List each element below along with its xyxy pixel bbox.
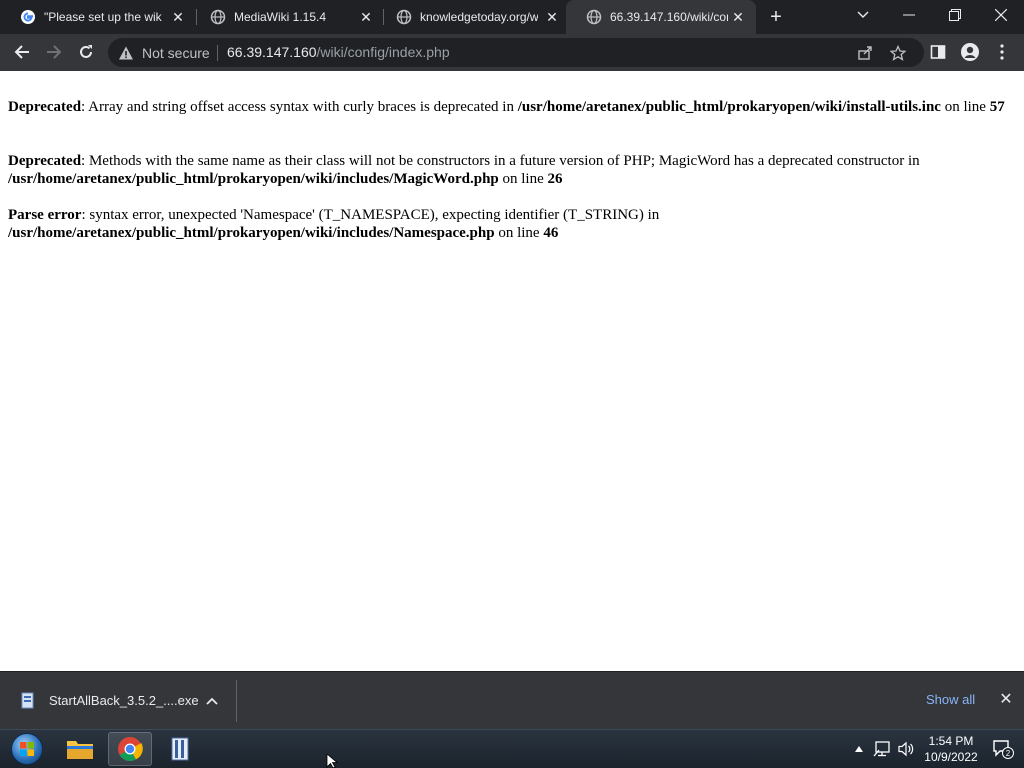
close-window-button[interactable]: [978, 0, 1024, 30]
chevron-up-icon[interactable]: [204, 693, 220, 709]
close-tab-icon[interactable]: ✕: [544, 9, 560, 25]
clock-date: 10/9/2022: [924, 750, 978, 764]
error-path: /usr/home/aretanex/public_html/prokaryop…: [8, 225, 495, 241]
url-path: /wiki/config/index.php: [316, 44, 450, 60]
start-button[interactable]: [5, 732, 49, 766]
chrome-icon: [118, 737, 143, 762]
notification-center-button[interactable]: 2: [992, 739, 1014, 759]
url-host: 66.39.147.160: [227, 44, 317, 60]
omnibox-divider: [217, 45, 218, 61]
show-all-button[interactable]: Show all: [926, 692, 975, 708]
error-path: /usr/home/aretanex/public_html/prokaryop…: [8, 171, 499, 187]
reload-icon: [80, 45, 92, 58]
mouse-cursor-icon: [326, 754, 338, 768]
error-label: Deprecated: [8, 99, 82, 115]
not-secure-label[interactable]: Not secure: [142, 45, 210, 61]
tab-google-search[interactable]: "Please set up the wiki first" ✕: [0, 0, 196, 34]
error-line-text: on line: [494, 225, 544, 241]
tab-title: 66.39.147.160/wiki/config/index.php: [610, 10, 728, 24]
book-app-icon: [171, 737, 189, 761]
error-line-number: 46: [543, 225, 559, 241]
close-tab-icon[interactable]: ✕: [730, 9, 746, 25]
download-bar: StartAllBack_3.5.2_....exe Show all ✕: [0, 671, 1024, 729]
error-message: Deprecated: Array and string offset acce…: [8, 98, 1018, 116]
error-line-text: on line: [940, 99, 990, 115]
new-tab-button[interactable]: +: [766, 7, 786, 27]
tab-mediawiki[interactable]: MediaWiki 1.15.4 ✕: [190, 0, 384, 34]
system-clock[interactable]: 1:54 PM 10/9/2022: [916, 733, 986, 765]
error-text: : Array and string offset access syntax …: [81, 99, 518, 115]
notification-count: 2: [1006, 749, 1011, 758]
error-line-number: 57: [989, 99, 1005, 115]
warning-triangle-icon[interactable]: [118, 45, 134, 61]
globe-icon: [586, 9, 602, 25]
page-content: Deprecated: Array and string offset acce…: [0, 71, 1024, 671]
network-icon[interactable]: [873, 740, 891, 758]
error-label: Deprecated: [8, 153, 82, 169]
tab-knowledgetoday[interactable]: knowledgetoday.org/wiki ✕: [376, 0, 570, 34]
url-text[interactable]: 66.39.147.160/wiki/config/index.php: [227, 44, 450, 61]
kebab-menu-icon: [1000, 44, 1004, 60]
menu-button[interactable]: [990, 40, 1014, 64]
tab-title: MediaWiki 1.15.4: [234, 10, 327, 24]
share-icon[interactable]: [856, 44, 874, 62]
volume-icon[interactable]: [897, 740, 915, 758]
restore-button[interactable]: [932, 0, 978, 30]
error-text: : Methods with the same name as their cl…: [81, 153, 920, 169]
notification-icon: 2: [993, 740, 1014, 759]
tab-title: "Please set up the wiki first": [44, 10, 162, 24]
globe-icon: [210, 9, 226, 25]
globe-icon: [396, 9, 412, 25]
folder-icon: [67, 741, 93, 759]
error-line-text: on line: [498, 171, 548, 187]
tab-config-index[interactable]: 66.39.147.160/wiki/config/index.php ✕: [566, 0, 756, 34]
file-explorer-button[interactable]: [58, 732, 102, 766]
tab-search-chevron-icon[interactable]: [840, 0, 886, 30]
google-icon: [20, 9, 36, 25]
bookmark-star-icon[interactable]: [889, 44, 907, 62]
chrome-taskbar-button[interactable]: [108, 732, 152, 766]
forward-arrow-icon: [47, 45, 62, 59]
back-arrow-icon: [14, 45, 29, 59]
error-path: /usr/home/aretanex/public_html/prokaryop…: [517, 99, 941, 115]
close-icon[interactable]: ✕: [998, 692, 1014, 708]
app-taskbar-button[interactable]: [158, 732, 202, 766]
error-message: Deprecated: Methods with the same name a…: [8, 152, 1018, 188]
forward-button[interactable]: [42, 40, 66, 64]
side-panel-button[interactable]: [926, 40, 950, 64]
error-label: Parse error: [8, 207, 82, 223]
reload-button[interactable]: [74, 40, 98, 64]
download-filename[interactable]: StartAllBack_3.5.2_....exe: [49, 693, 199, 709]
browser-toolbar: Not secure 66.39.147.160/wiki/config/ind…: [0, 34, 1024, 71]
error-message: Parse error: syntax error, unexpected 'N…: [8, 206, 728, 242]
address-bar[interactable]: Not secure 66.39.147.160/wiki/config/ind…: [108, 38, 924, 67]
back-button[interactable]: [10, 40, 34, 64]
error-line-number: 26: [547, 171, 563, 187]
close-tab-icon[interactable]: ✕: [170, 9, 186, 25]
download-divider: [236, 680, 237, 722]
error-text: : syntax error, unexpected 'Namespace' (…: [81, 207, 660, 223]
download-file-icon[interactable]: [20, 692, 36, 710]
profile-avatar-icon: [961, 43, 979, 61]
side-panel-icon: [930, 45, 946, 59]
windows-logo-icon: [11, 733, 43, 765]
clock-time: 1:54 PM: [928, 734, 974, 748]
close-tab-icon[interactable]: ✕: [358, 9, 374, 25]
taskbar: 1:54 PM 10/9/2022 2: [0, 729, 1024, 768]
profile-button[interactable]: [958, 40, 982, 64]
minimize-button[interactable]: [886, 0, 932, 30]
tab-title: knowledgetoday.org/wiki: [420, 10, 538, 24]
show-hidden-icons-icon[interactable]: [850, 740, 868, 758]
tab-strip: "Please set up the wiki first" ✕ MediaWi…: [0, 0, 1024, 34]
